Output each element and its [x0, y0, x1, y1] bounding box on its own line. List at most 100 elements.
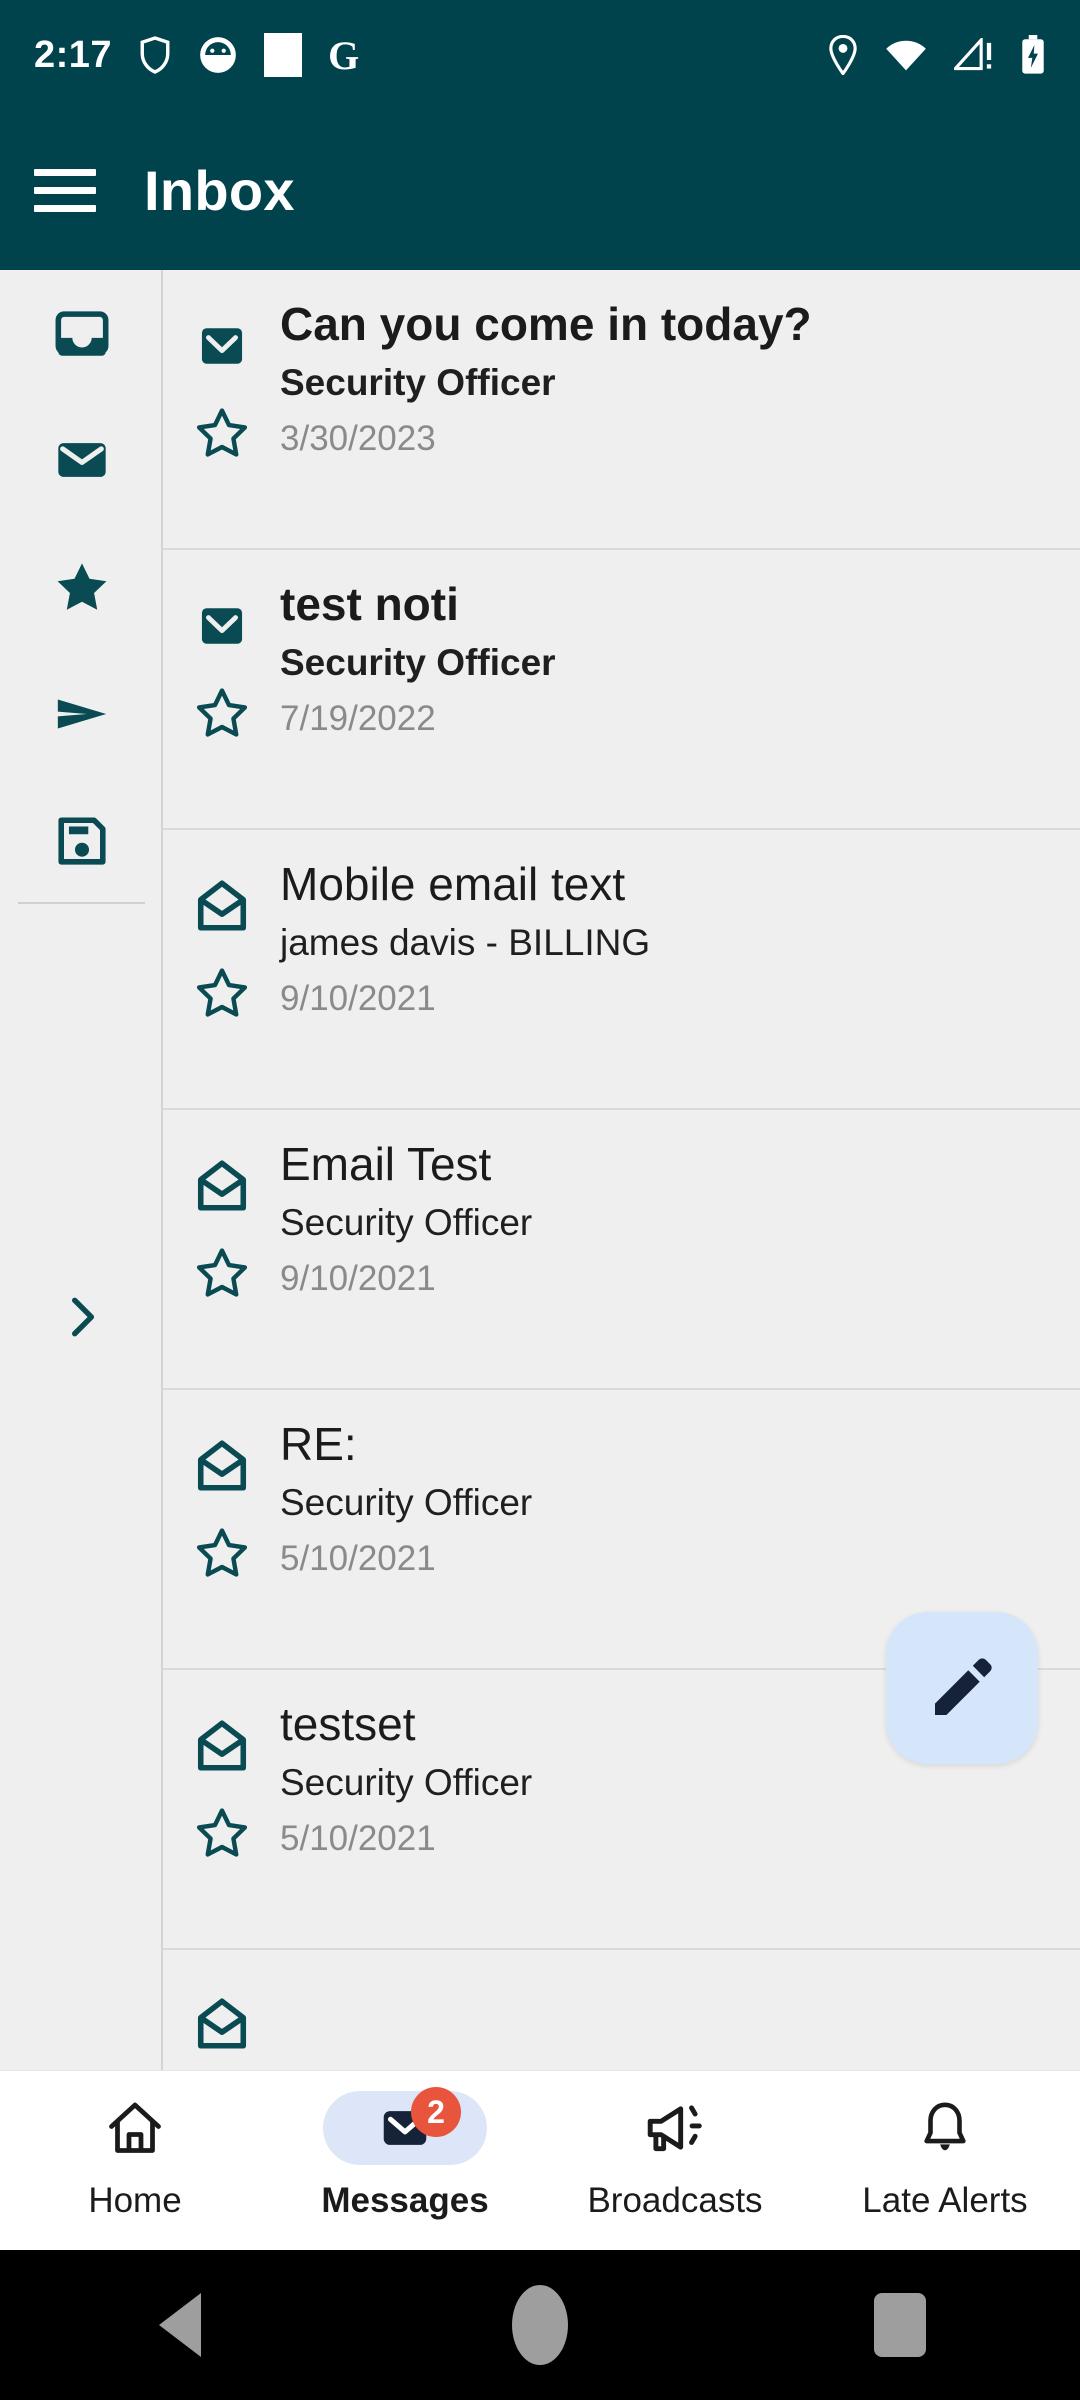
mail-read-state-icon[interactable] — [194, 300, 250, 392]
chevron-right-icon — [71, 1297, 94, 1337]
mail-date: 9/10/2021 — [280, 1258, 436, 1298]
envelope-open-icon — [197, 1998, 246, 2049]
rail-divider — [18, 902, 145, 904]
mail-read-state-icon[interactable] — [194, 580, 250, 672]
nav-item-broadcasts[interactable]: Broadcasts — [540, 2071, 810, 2221]
star-outline-icon — [196, 968, 247, 1017]
mail-read-state-icon[interactable] — [193, 1980, 251, 2069]
rail-item-sent[interactable] — [0, 669, 163, 759]
page-title: Inbox — [144, 158, 295, 222]
mail-star-button[interactable] — [194, 1512, 250, 1594]
star-outline-icon — [196, 1248, 247, 1297]
mail-sender: Security Officer — [280, 1202, 533, 1244]
recents-button[interactable] — [840, 2250, 960, 2400]
mail-sender: Security Officer — [280, 1482, 533, 1524]
mail-row-icons — [163, 270, 280, 548]
nav-item-home[interactable]: Home — [0, 2071, 270, 2221]
rail-expand-button[interactable] — [0, 1272, 163, 1362]
rail-item-inbox[interactable] — [0, 288, 163, 378]
bell-icon — [924, 2102, 966, 2151]
rail-item-starred[interactable] — [0, 542, 163, 632]
mail-star-button[interactable] — [194, 1792, 250, 1874]
mail-row[interactable]: test noti Security Officer 7/19/2022 — [163, 550, 1080, 830]
home-icon — [109, 2102, 161, 2153]
mail-subject: Email Test — [280, 1138, 492, 1190]
back-button[interactable] — [120, 2250, 240, 2400]
mail-read-state-icon[interactable] — [193, 860, 251, 952]
mail-row-icons — [163, 830, 280, 1108]
mail-sender: james davis - BILLING — [280, 922, 651, 964]
nav-item-messages[interactable]: 2 Messages — [270, 2071, 540, 2221]
paper-plane-icon — [57, 699, 106, 729]
envelope-closed-icon — [201, 328, 242, 364]
battery-charging-icon — [1022, 35, 1044, 74]
mail-subject: Can you come in today? — [280, 298, 812, 350]
app-bar: Inbox — [0, 110, 1080, 270]
rail-item-drafts[interactable] — [0, 796, 163, 886]
mail-row[interactable]: Mobile email text james davis - BILLING 9/… — [163, 830, 1080, 1110]
megaphone-icon — [647, 2105, 702, 2152]
compose-fab-button[interactable] — [886, 1612, 1038, 1764]
mail-row-icons — [163, 1950, 280, 2070]
mail-row[interactable] — [163, 1950, 1080, 2070]
nav-icon-container — [593, 2091, 757, 2165]
cellular-warning-icon — [954, 38, 992, 71]
nav-item-label: Home — [88, 2181, 182, 2220]
mail-read-state-icon[interactable] — [193, 1140, 251, 1232]
mail-star-button[interactable] — [194, 672, 250, 754]
mail-list[interactable]: Can you come in today? Security Officer 3/… — [163, 270, 1080, 2070]
envelope-filled-icon — [57, 443, 106, 477]
content-area: Can you come in today? Security Officer 3/… — [0, 270, 1080, 2070]
white-square-icon — [264, 33, 303, 77]
envelope-open-icon — [197, 1720, 246, 1771]
mail-row-text: Mobile email text james davis - BILLING 9/… — [280, 830, 1080, 1108]
google-g-icon: G — [328, 32, 360, 78]
star-outline-icon — [196, 688, 247, 737]
nav-item-label: Messages — [321, 2181, 489, 2220]
mail-row[interactable]: Can you come in today? Security Officer 3/… — [163, 270, 1080, 550]
floppy-save-icon — [57, 817, 106, 865]
home-button[interactable] — [480, 2250, 600, 2400]
square-recents-icon — [874, 2293, 926, 2357]
mail-row-text: Can you come in today? Security Officer 3/… — [280, 270, 1080, 548]
shield-icon — [140, 36, 170, 74]
mail-row-icons — [163, 550, 280, 828]
mail-date: 9/10/2021 — [280, 978, 436, 1018]
nav-item-label: Broadcasts — [587, 2181, 763, 2220]
rail-item-unread[interactable] — [0, 415, 163, 505]
location-pin-icon — [829, 35, 857, 75]
nav-item-label: Late Alerts — [862, 2181, 1028, 2220]
mail-star-button[interactable] — [194, 392, 250, 474]
mail-row[interactable]: Email Test Security Officer 9/10/2021 — [163, 1110, 1080, 1390]
status-bar-right — [828, 35, 1046, 75]
nav-item-late-alerts[interactable]: Late Alerts — [810, 2071, 1080, 2221]
app-circle-icon — [200, 37, 236, 73]
mail-date: 5/10/2021 — [280, 1538, 436, 1578]
star-outline-icon — [196, 408, 247, 457]
folder-rail — [0, 270, 163, 2070]
mail-subject: test noti — [280, 578, 459, 630]
mail-read-state-icon[interactable] — [193, 1700, 251, 1792]
nav-icon-container — [53, 2091, 217, 2165]
mail-sender: Security Officer — [280, 362, 556, 404]
unread-badge: 2 — [411, 2087, 461, 2137]
mail-sender: Security Officer — [280, 1762, 533, 1804]
star-filled-icon — [57, 563, 106, 610]
star-outline-icon — [196, 1528, 247, 1577]
mail-star-button[interactable] — [194, 952, 250, 1034]
envelope-open-icon — [197, 1160, 246, 1211]
status-bar: 2:17 G — [0, 0, 1080, 110]
status-bar-left: 2:17 G — [34, 32, 359, 79]
mail-sender: Security Officer — [280, 642, 556, 684]
mail-star-button[interactable] — [194, 1232, 250, 1314]
triangle-back-icon — [159, 2293, 201, 2357]
mail-row-text: Email Test Security Officer 9/10/2021 — [280, 1110, 1080, 1388]
app-screen: 2:17 G Inbox Can you come in today? Secu… — [0, 0, 1080, 2400]
hamburger-menu-icon[interactable] — [34, 168, 96, 212]
inbox-tray-icon — [55, 311, 108, 356]
mail-date: 7/19/2022 — [280, 698, 436, 738]
wifi-icon — [886, 40, 926, 71]
mail-read-state-icon[interactable] — [193, 1420, 251, 1512]
bottom-navigation: Home 2 Messages Broadcasts Late Alerts — [0, 2070, 1080, 2250]
mail-date: 3/30/2023 — [280, 418, 436, 458]
